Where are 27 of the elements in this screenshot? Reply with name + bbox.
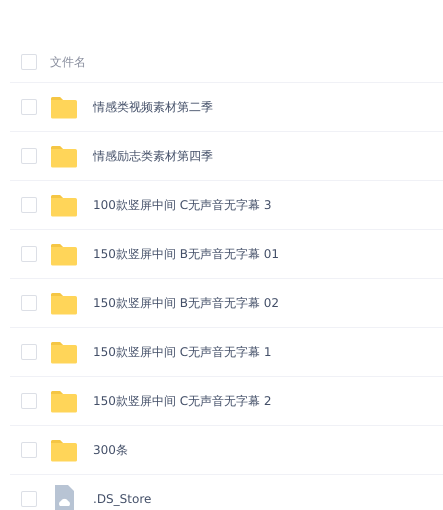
file-name[interactable]: 150款竖屏中间 B无声音无字幕 02	[93, 294, 280, 312]
file-name[interactable]: 300条	[93, 442, 128, 458]
checkbox[interactable]	[21, 393, 37, 409]
checkbox[interactable]	[21, 344, 37, 360]
checkbox[interactable]	[21, 54, 37, 70]
folder-icon	[50, 390, 78, 412]
file-name[interactable]: .DS_Store	[93, 492, 152, 506]
file-name[interactable]: 100款竖屏中间 C无声音无字幕 3	[93, 196, 272, 214]
folder-icon	[50, 438, 78, 462]
checkbox[interactable]	[21, 148, 37, 164]
folder-icon	[50, 242, 78, 266]
file-name[interactable]: 情感类视频素材第二季	[93, 98, 213, 116]
checkbox[interactable]	[21, 295, 37, 311]
folder-icon	[50, 96, 78, 118]
checkbox[interactable]	[21, 442, 37, 458]
folder-icon	[50, 340, 78, 364]
checkbox[interactable]	[21, 99, 37, 115]
folder-icon	[50, 194, 78, 216]
file-name[interactable]: 情感励志类素材第四季	[93, 148, 213, 164]
checkbox[interactable]	[21, 491, 37, 507]
file-name[interactable]: 150款竖屏中间 C无声音无字幕 1	[93, 344, 272, 360]
file-name[interactable]: 150款竖屏中间 C无声音无字幕 2	[93, 392, 272, 410]
folder-icon	[50, 144, 78, 168]
checkbox[interactable]	[21, 246, 37, 262]
checkbox[interactable]	[21, 197, 37, 213]
folder-icon	[50, 292, 78, 314]
file-name[interactable]: 150款竖屏中间 B无声音无字幕 01	[93, 246, 280, 262]
